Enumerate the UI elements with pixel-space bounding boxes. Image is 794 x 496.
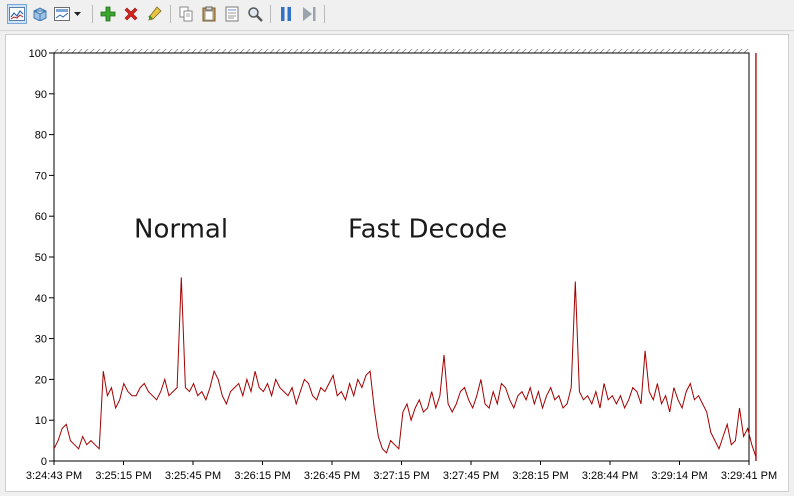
y-tick-label: 60 (35, 211, 47, 223)
x-tick-label: 3:26:15 PM (234, 470, 290, 482)
y-tick-label: 20 (35, 374, 47, 386)
highlight-icon (146, 6, 162, 22)
x-tick-label: 3:27:45 PM (443, 470, 499, 482)
change-graph-type-button[interactable] (54, 4, 88, 24)
update-data-icon (301, 6, 317, 22)
y-tick-label: 50 (35, 252, 47, 264)
y-tick-label: 10 (35, 415, 47, 427)
highlight-button[interactable] (144, 4, 164, 24)
annotation-label: Normal (134, 214, 228, 244)
delete-counter-icon (123, 6, 139, 22)
toolbar-separator (92, 5, 93, 23)
freeze-display-button[interactable] (276, 4, 296, 24)
properties-button[interactable] (222, 4, 242, 24)
view-graph-icon (9, 7, 25, 21)
toolbar (0, 0, 794, 31)
x-tick-label: 3:29:41 PM (721, 470, 777, 482)
x-tick-label: 3:28:15 PM (512, 470, 568, 482)
change-graph-type-icon (54, 7, 70, 21)
freeze-display-icon (279, 6, 293, 22)
x-tick-label: 3:24:43 PM (26, 470, 82, 482)
paste-counter-list-button[interactable] (199, 4, 219, 24)
copy-properties-icon (178, 6, 194, 22)
chevron-down-icon (74, 12, 81, 16)
zoom-icon (247, 6, 263, 22)
view-histogram-button[interactable] (30, 4, 50, 24)
y-tick-label: 0 (41, 456, 47, 468)
x-tick-label: 3:25:15 PM (95, 470, 151, 482)
toolbar-separator (170, 5, 171, 23)
zoom-button[interactable] (245, 4, 265, 24)
graph-panel[interactable]: 0 10 20 30 40 50 60 70 80 90 100 3:24:43 PM 3:25:15… (5, 34, 789, 492)
annotation-label: Fast Decode (348, 214, 507, 244)
y-tick-label: 70 (35, 170, 47, 182)
x-tick-label: 3:25:45 PM (165, 470, 221, 482)
properties-icon (224, 6, 240, 22)
y-tick-label: 90 (35, 89, 47, 101)
update-data-button[interactable] (299, 4, 319, 24)
plot-top-hatch (54, 49, 749, 53)
toolbar-separator (324, 5, 325, 23)
plot-area (54, 53, 749, 461)
paste-counter-list-icon (201, 6, 217, 22)
y-tick-label: 40 (35, 293, 47, 305)
copy-properties-button[interactable] (176, 4, 196, 24)
y-tick-label: 30 (35, 334, 47, 346)
x-tick-label: 3:27:15 PM (373, 470, 429, 482)
delete-counter-button[interactable] (121, 4, 141, 24)
add-counter-icon (100, 6, 116, 22)
toolbar-separator (270, 5, 271, 23)
view-histogram-icon (32, 7, 48, 21)
y-tick-label: 80 (35, 130, 47, 142)
add-counter-button[interactable] (98, 4, 118, 24)
view-graph-button[interactable] (7, 4, 27, 24)
x-tick-label: 3:26:45 PM (304, 470, 360, 482)
performance-chart: 0 10 20 30 40 50 60 70 80 90 100 3:24:43 PM 3:25:15… (26, 48, 777, 482)
x-tick-label: 3:28:44 PM (582, 470, 638, 482)
x-tick-label: 3:29:14 PM (651, 470, 707, 482)
y-tick-label: 100 (29, 48, 47, 60)
